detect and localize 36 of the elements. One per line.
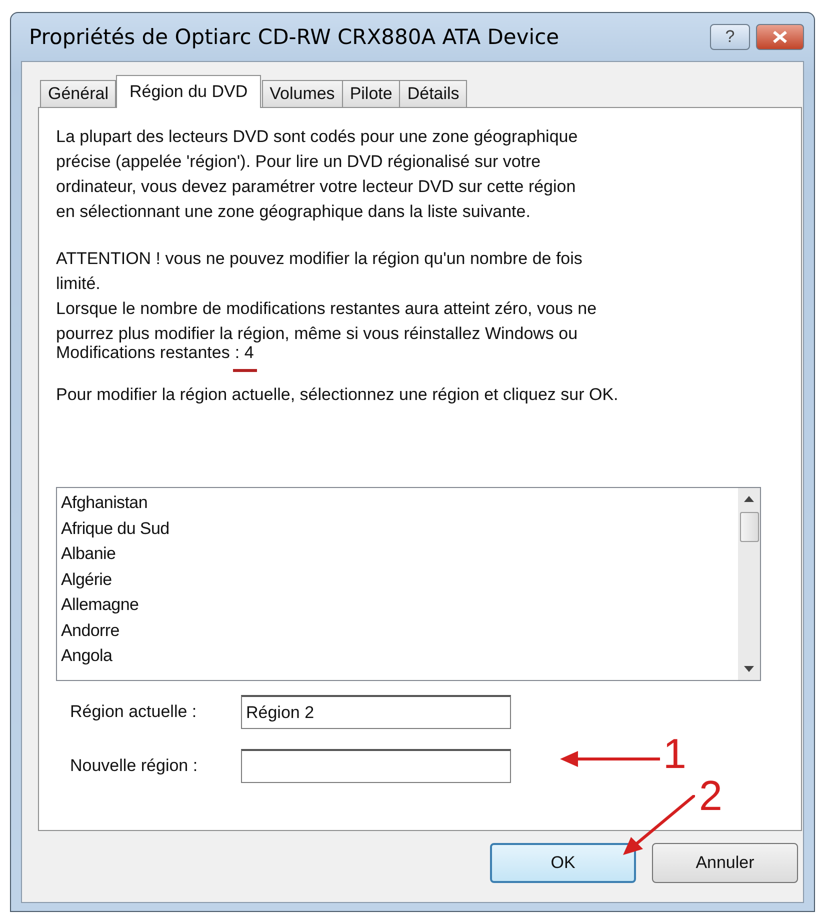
region-item[interactable]: Allemagne: [61, 592, 734, 618]
annotation-number: 2: [699, 775, 722, 817]
scroll-down-icon[interactable]: [744, 666, 754, 672]
warning-text: ATTENTION ! vous ne pouvez modifier la région qu'un nombre de fois limité. Lorsque le nombre de modifications restantes aura atteint zéro, vous ne pourrez plus modifier la région, même si vous réinstallez Windows ou: [56, 248, 598, 345]
region-item[interactable]: Angola: [61, 643, 734, 668]
region-field[interactable]: [241, 749, 511, 783]
region-field[interactable]: Région 2: [241, 695, 511, 729]
tab[interactable]: Détails: [399, 80, 468, 107]
scroll-thumb[interactable]: [740, 512, 758, 542]
close-button[interactable]: [756, 24, 804, 50]
help-button[interactable]: ?: [710, 24, 750, 50]
tab[interactable]: Pilote: [342, 80, 400, 107]
region-item[interactable]: Afrique du Sud: [61, 516, 734, 541]
field-label: Nouvelle région :: [69, 756, 199, 776]
annotation-number: 1: [663, 733, 686, 775]
close-icon: [771, 30, 789, 44]
region-item[interactable]: Afghanistan: [61, 490, 734, 516]
intro-text: La plupart des lecteurs DVD sont codés pour une zone géographique précise (appelée 'région'). Pour lire un DVD régionalisé sur votre ordinateur, vous devez paramétrer votre lecteur DVD sur cette région en sélectionnant une zone géographique dans la liste suivante.: [56, 126, 579, 223]
field-label: Région actuelle :: [69, 702, 198, 722]
instruction-text: Pour modifier la région actuelle, sélectionnez une région et cliquez sur OK.: [56, 384, 620, 406]
remaining-count: : 4: [234, 342, 254, 364]
dialog-button[interactable]: OK: [490, 843, 636, 883]
scroll-up-icon[interactable]: [744, 496, 754, 502]
arrow-annotation: [623, 795, 695, 855]
remaining-label: Modifications restantes: [56, 342, 230, 364]
scrollbar[interactable]: [738, 488, 760, 680]
region-item[interactable]: Albanie: [61, 541, 734, 566]
tab[interactable]: Général: [40, 80, 116, 107]
window-title: Propriétés de Optiarc CD-RW CRX880A ATA Device: [28, 25, 560, 49]
tab[interactable]: Région du DVD: [116, 75, 261, 108]
region-item[interactable]: Algérie: [61, 566, 734, 592]
tab[interactable]: Volumes: [262, 80, 343, 107]
region-item[interactable]: Andorre: [61, 618, 734, 643]
dialog-button[interactable]: Annuler: [652, 843, 798, 883]
underline-mark: [232, 369, 257, 373]
region-list[interactable]: Afghanistan Afrique du Sud Albanie Algérie Allemagne Andorre Angola: [56, 487, 761, 681]
